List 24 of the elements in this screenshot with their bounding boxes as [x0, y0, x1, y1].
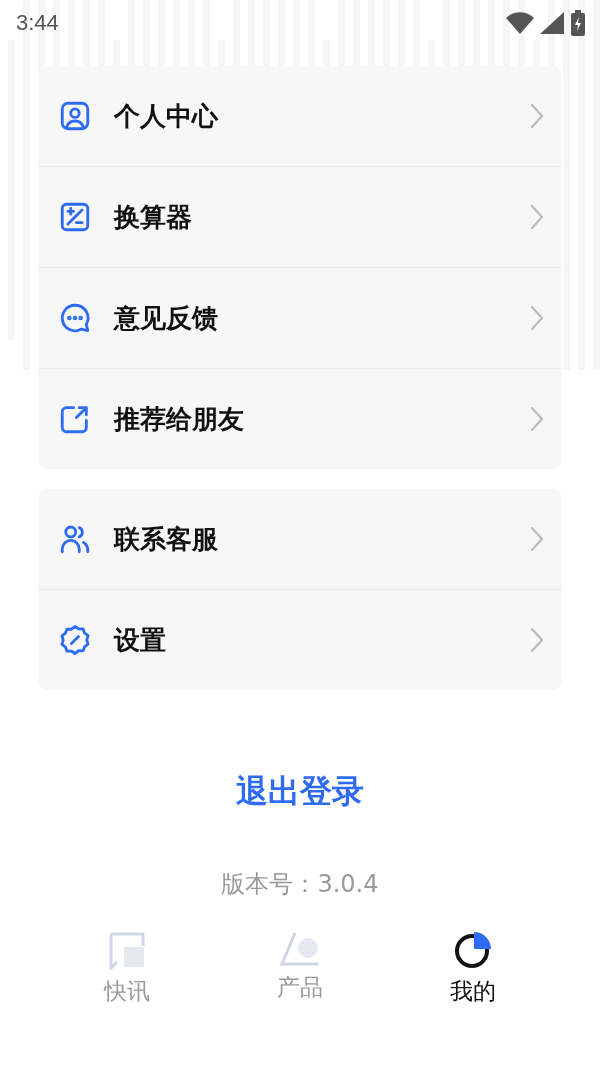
chevron-right-icon [530, 406, 544, 432]
signal-icon [540, 12, 564, 34]
wifi-icon [506, 12, 534, 34]
chevron-right-icon [530, 526, 544, 552]
settings-icon [58, 623, 92, 657]
menu-item[interactable]: 换算器 [114, 199, 508, 235]
shapes-icon [279, 930, 321, 966]
menu-item[interactable]: 设置 [114, 622, 508, 658]
user-icon [58, 99, 92, 133]
chevron-right-icon [530, 627, 544, 653]
chevron-right-icon [530, 204, 544, 230]
menu-item[interactable]: 意见反馈 [114, 300, 508, 336]
menu-item[interactable]: 个人中心 [114, 98, 508, 134]
status-time: 3:44 [16, 10, 59, 36]
chevron-right-icon [530, 305, 544, 331]
menu-item[interactable]: 联系客服 [114, 521, 508, 557]
menu-item[interactable]: 推荐给朋友 [114, 401, 508, 437]
calculator-icon [58, 200, 92, 234]
version-text: 版本号：3.0.4 [221, 869, 379, 900]
chevron-right-icon [530, 103, 544, 129]
chat-icon [58, 301, 92, 335]
nav-tab[interactable]: 我的 [418, 916, 529, 1066]
pie-chart-icon [453, 930, 494, 970]
logout-button[interactable]: 退出登录 [226, 766, 374, 818]
